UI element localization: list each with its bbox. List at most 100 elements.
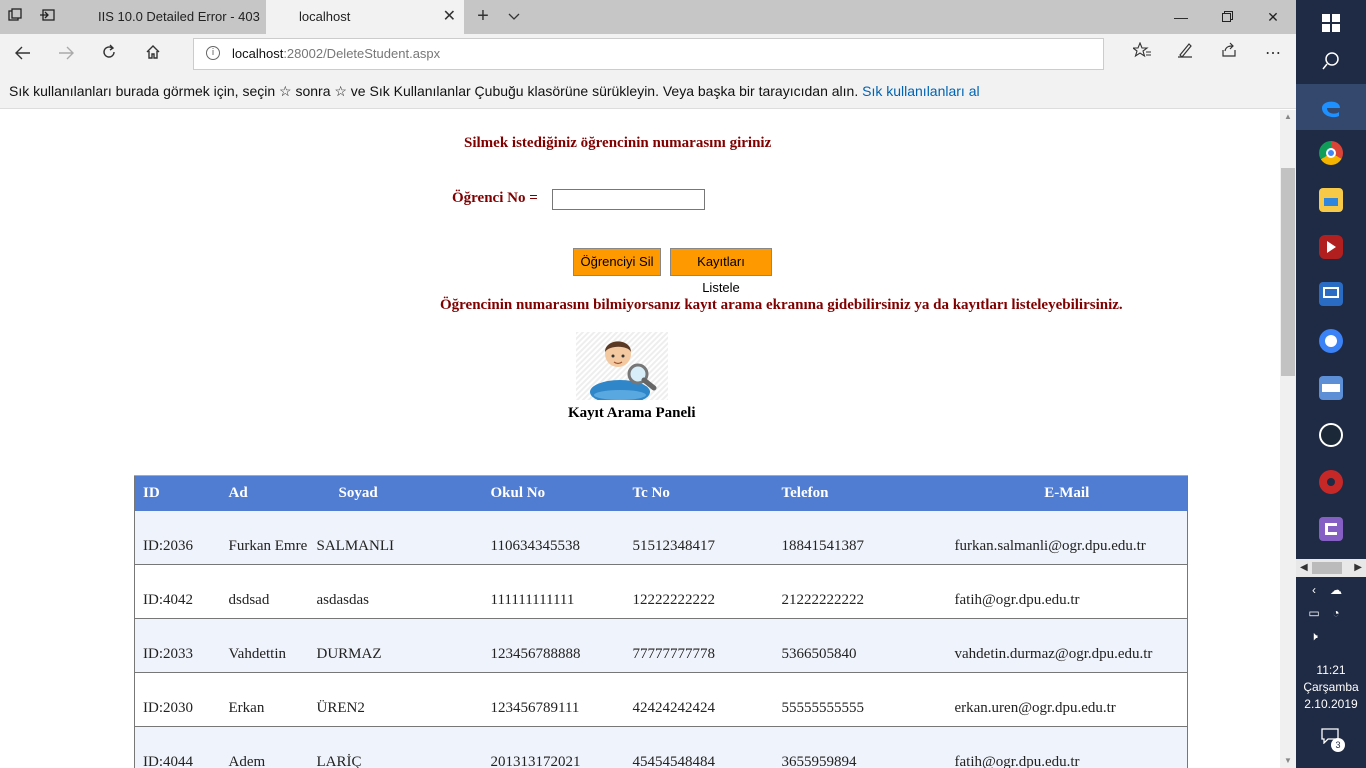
cell-soyad: SALMANLI bbox=[310, 510, 479, 565]
cell-ad: Adem bbox=[220, 726, 311, 768]
cell-soyad: ÜREN2 bbox=[310, 672, 479, 727]
cell-telefon: 5366505840 bbox=[771, 618, 947, 673]
cell-okul-no: 201313172021 bbox=[478, 726, 623, 768]
file-explorer-taskbar-icon[interactable] bbox=[1319, 188, 1343, 212]
column-header-soyad: Soyad bbox=[310, 475, 479, 511]
battery-icon[interactable]: ▭ bbox=[1305, 604, 1323, 622]
taskbar: ◀ ▶ ‹ ☁ ▭ ◔ 🕨 11:21 Çarşamba 2.10.2019 3 bbox=[1296, 0, 1366, 768]
cell-soyad: DURMAZ bbox=[310, 618, 479, 673]
scroll-left-icon[interactable]: ◀ bbox=[1300, 559, 1308, 577]
list-records-button[interactable]: Kayıtları Listele bbox=[670, 248, 772, 295]
clock-time: 11:21 bbox=[1316, 663, 1346, 677]
cell-telefon: 3655959894 bbox=[771, 726, 947, 768]
student-no-label: Öğrenci No = bbox=[452, 190, 538, 206]
column-header-okul-no: Okul No bbox=[478, 475, 623, 511]
tab-list-chevron-icon[interactable] bbox=[503, 0, 525, 34]
tab-bar: IIS 10.0 Detailed Error - 403 localhost … bbox=[0, 0, 1296, 34]
tab-localhost[interactable]: localhost ✕ bbox=[266, 0, 464, 34]
address-bar[interactable]: i localhost:28002/DeleteStudent.aspx bbox=[193, 38, 1104, 70]
search-panel-user-icon[interactable] bbox=[576, 332, 668, 404]
chrome-taskbar-icon[interactable] bbox=[1319, 141, 1343, 165]
visual-studio-taskbar-icon[interactable] bbox=[1319, 517, 1343, 541]
volume-muted-icon[interactable]: 🕨 bbox=[1305, 627, 1323, 645]
show-hidden-icons-chevron-icon[interactable]: ‹ bbox=[1305, 581, 1323, 599]
column-header-email: E-Mail bbox=[946, 475, 1188, 511]
sql-server-taskbar-icon[interactable] bbox=[1319, 376, 1343, 400]
clock-day: Çarşamba bbox=[1303, 680, 1359, 694]
cell-email: fatih@ogr.dpu.edu.tr bbox=[946, 726, 1188, 768]
address-host: localhost bbox=[232, 46, 284, 61]
scroll-down-icon[interactable]: ▼ bbox=[1280, 754, 1296, 768]
tray-scroll-thumb[interactable] bbox=[1312, 562, 1342, 574]
delete-student-button[interactable]: Öğrenciyi Sil bbox=[573, 248, 661, 276]
site-info-icon[interactable]: i bbox=[206, 46, 220, 60]
column-header-tc-no: Tc No bbox=[622, 475, 772, 511]
vertical-scrollbar[interactable]: ▲ ▼ bbox=[1280, 110, 1296, 768]
home-button[interactable] bbox=[138, 40, 168, 68]
edge-taskbar-icon[interactable] bbox=[1296, 84, 1366, 130]
cell-ad: Erkan bbox=[220, 672, 311, 727]
wifi-icon[interactable]: ◔ bbox=[1327, 604, 1345, 622]
restore-button[interactable] bbox=[1204, 0, 1250, 34]
scroll-up-icon[interactable]: ▲ bbox=[1280, 110, 1296, 124]
cell-id: ID:2036 bbox=[134, 510, 221, 565]
students-table: ID Ad Soyad Okul No Tc No Telefon E-Mail… bbox=[134, 475, 1188, 768]
cell-tc-no: 51512348417 bbox=[622, 510, 772, 565]
share-icon[interactable] bbox=[1214, 40, 1244, 68]
forward-button[interactable] bbox=[51, 40, 81, 68]
cell-okul-no: 111111111111 bbox=[478, 564, 623, 619]
table-row: ID:2030 Erkan ÜREN2 123456789111 42424242424… bbox=[134, 672, 1188, 727]
remote-desktop-taskbar-icon[interactable] bbox=[1319, 282, 1343, 306]
tab-label: localhost bbox=[299, 9, 351, 24]
cell-tc-no: 45454548484 bbox=[622, 726, 772, 768]
table-header-row: ID Ad Soyad Okul No Tc No Telefon E-Mail bbox=[134, 475, 1188, 511]
cell-email: vahdetin.durmaz@ogr.dpu.edu.tr bbox=[946, 618, 1188, 673]
tray-scrollbar[interactable]: ◀ ▶ bbox=[1296, 559, 1366, 577]
more-icon[interactable]: ⋯ bbox=[1258, 40, 1288, 68]
antivirus-taskbar-icon[interactable] bbox=[1319, 470, 1343, 494]
table-row: ID:4044 Adem LARİÇ 201313172021 45454548484 3… bbox=[134, 726, 1188, 768]
cell-id: ID:2033 bbox=[134, 618, 221, 673]
cell-okul-no: 123456788888 bbox=[478, 618, 623, 673]
media-player-taskbar-icon[interactable] bbox=[1319, 235, 1343, 259]
close-window-button[interactable]: ✕ bbox=[1250, 0, 1296, 34]
cell-telefon: 21222222222 bbox=[771, 564, 947, 619]
clock-date: 2.10.2019 bbox=[1304, 697, 1358, 711]
address-url[interactable]: localhost:28002/DeleteStudent.aspx bbox=[232, 46, 440, 61]
cell-ad: Vahdettin bbox=[220, 618, 311, 673]
cell-tc-no: 77777777778 bbox=[622, 618, 772, 673]
back-button[interactable] bbox=[8, 40, 38, 68]
tab-label: IIS 10.0 Detailed Error - 403 bbox=[98, 9, 260, 24]
favorites-icon[interactable] bbox=[1127, 40, 1157, 68]
cell-email: fatih@ogr.dpu.edu.tr bbox=[946, 564, 1188, 619]
scrollbar-thumb[interactable] bbox=[1281, 168, 1295, 376]
steam-taskbar-icon[interactable] bbox=[1319, 423, 1343, 447]
search-panel-label[interactable]: Kayıt Arama Paneli bbox=[568, 405, 696, 422]
cell-soyad: asdasdas bbox=[310, 564, 479, 619]
clock[interactable]: 11:21 Çarşamba 2.10.2019 bbox=[1296, 662, 1366, 713]
cell-ad: Furkan Emre bbox=[220, 510, 311, 565]
refresh-button[interactable] bbox=[94, 40, 124, 68]
cell-email: erkan.uren@ogr.dpu.edu.tr bbox=[946, 672, 1188, 727]
page-heading: Silmek istediğiniz öğrencinin numarasını… bbox=[464, 135, 772, 151]
favorites-hint: Sık kullanılanları burada görmek için, s… bbox=[9, 83, 859, 99]
web-note-icon[interactable] bbox=[1170, 40, 1200, 68]
student-no-input[interactable] bbox=[552, 189, 705, 210]
minimize-button[interactable]: — bbox=[1158, 0, 1204, 34]
column-header-telefon: Telefon bbox=[771, 475, 947, 511]
column-header-id: ID bbox=[134, 475, 221, 511]
cloud-storage-icon[interactable]: ☁ bbox=[1327, 581, 1345, 599]
cell-ad: dsdsad bbox=[220, 564, 311, 619]
tab-iis-error[interactable]: IIS 10.0 Detailed Error - 403 bbox=[66, 0, 266, 34]
info-text: Öğrencinin numarasını bilmiyorsanız kayı… bbox=[440, 297, 1123, 313]
notification-count-badge: 3 bbox=[1331, 738, 1345, 752]
set-tabs-aside-icon[interactable] bbox=[36, 6, 58, 28]
page-content: Silmek istediğiniz öğrencinin numarasını… bbox=[0, 110, 1280, 768]
scroll-right-icon[interactable]: ▶ bbox=[1354, 559, 1362, 577]
app-compass-taskbar-icon[interactable] bbox=[1319, 329, 1343, 353]
import-favorites-link[interactable]: Sık kullanılanları al bbox=[862, 83, 980, 99]
close-tab-icon[interactable]: ✕ bbox=[443, 0, 456, 34]
search-icon[interactable] bbox=[1296, 38, 1366, 84]
new-tab-button[interactable]: + bbox=[470, 0, 496, 34]
tab-actions-icon[interactable] bbox=[4, 6, 26, 28]
